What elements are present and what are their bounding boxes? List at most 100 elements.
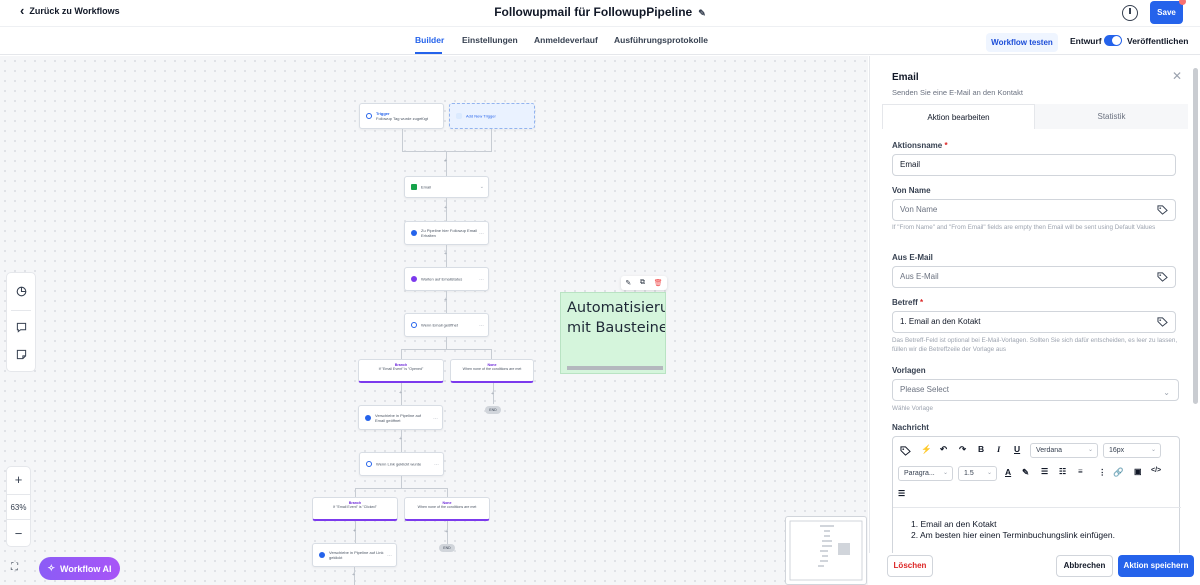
image-icon[interactable]: ▣ [1134, 467, 1142, 476]
required-mark: * [944, 141, 948, 150]
branch-clicked[interactable]: Branch If "Email Event" is "Clicked" [312, 497, 398, 521]
node-menu-icon[interactable]: … [479, 276, 484, 282]
tab-enrollment-history[interactable]: Anmeldeverlauf [534, 35, 598, 45]
bullet-list-icon[interactable]: ☰ [1041, 467, 1048, 476]
step-wait[interactable]: Warten auf Emailstatus … [404, 267, 489, 291]
add-new-trigger-button[interactable]: Add New Trigger [449, 103, 535, 129]
list-item-text: Email an den Kotakt [920, 519, 997, 529]
branch-opened[interactable]: Branch If "Email Event" is "Opened" [358, 359, 444, 383]
publish-toggle[interactable] [1104, 35, 1122, 46]
step-pipeline-3[interactable]: Verschiebe in Pipeline auf Link geklickt… [312, 543, 397, 567]
add-step-plus-icon[interactable]: + [399, 390, 402, 396]
from-name-input[interactable]: Von Name [892, 199, 1176, 221]
connector [446, 337, 447, 349]
add-step-plus-icon[interactable]: + [444, 158, 447, 164]
node-menu-icon[interactable]: ⌄ [480, 184, 484, 190]
zoom-out-button[interactable]: − [7, 521, 30, 547]
step-pipeline-1[interactable]: Zu Pipeline hier Followup Email Erhalten… [404, 221, 489, 245]
trigger-node[interactable]: Trigger Followup Tag wurde zugefügt [359, 103, 444, 129]
tab-edit-action[interactable]: Aktion bearbeiten [882, 104, 1035, 129]
from-email-input[interactable]: Aus E-Mail [892, 266, 1176, 288]
edit-pencil-icon[interactable]: ✎ [698, 8, 706, 18]
add-step-plus-icon[interactable]: + [444, 251, 447, 257]
line-height-select[interactable]: 1.5 ⌄ [958, 466, 997, 481]
add-step-plus-icon[interactable]: + [444, 205, 447, 211]
step-email[interactable]: Email ⌄ [404, 176, 489, 198]
subject-input[interactable]: 1. Email an den Kotakt [892, 311, 1176, 333]
step-pipeline-2[interactable]: Verschiebe in Pipeline auf Email geöffne… [358, 405, 443, 430]
fit-screen-icon[interactable]: ⛶ [11, 562, 21, 573]
panel-scrollbar[interactable] [1193, 68, 1198, 404]
numbered-list-icon[interactable]: ☷ [1059, 467, 1066, 476]
required-mark: * [920, 298, 924, 307]
minimap[interactable] [785, 516, 867, 585]
zoom-in-button[interactable]: + [7, 467, 30, 493]
templates-select[interactable]: Please Select ⌄ [892, 379, 1179, 401]
add-step-plus-icon[interactable]: + [399, 436, 402, 442]
step-if-opened[interactable]: Wenn Email geöffnet … [404, 313, 489, 337]
node-menu-icon[interactable]: … [434, 461, 439, 467]
node-menu-icon[interactable]: … [479, 322, 484, 328]
trash-icon[interactable]: 🗑 [654, 279, 663, 287]
comment-icon[interactable] [16, 322, 27, 333]
more-options-icon[interactable]: ⋮ [1098, 467, 1107, 478]
sticky-note-icon[interactable] [16, 349, 27, 360]
node-menu-icon[interactable]: … [387, 552, 392, 558]
test-workflow-button[interactable]: Workflow testen [986, 33, 1058, 52]
link-icon[interactable]: 🔗 [1113, 467, 1124, 478]
lightning-icon[interactable]: ⚡ [921, 444, 932, 455]
message-label: Nachricht [892, 423, 929, 432]
tab-settings[interactable]: Einstellungen [462, 35, 518, 45]
save-action-button[interactable]: Aktion speichern [1118, 555, 1194, 577]
tag-icon[interactable] [900, 446, 911, 456]
font-size-select[interactable]: 16px ⌄ [1103, 443, 1161, 458]
tag-icon[interactable] [1157, 205, 1168, 215]
connector [491, 349, 492, 359]
paragraph-select[interactable]: Paragra... ⌄ [898, 466, 953, 481]
cancel-button[interactable]: Abbrechen [1056, 555, 1113, 577]
tag-icon[interactable] [1157, 317, 1168, 327]
tab-statistics[interactable]: Statistik [1035, 104, 1188, 129]
add-step-plus-icon[interactable]: + [444, 297, 447, 303]
close-icon[interactable]: ✕ [1172, 69, 1182, 83]
history-clock-icon[interactable] [1122, 5, 1138, 21]
align-icon[interactable]: ≡ [1078, 467, 1083, 476]
sticky-note[interactable]: Automatisierung mit Bausteinen [560, 292, 666, 374]
duplicate-icon[interactable]: ⧉ [640, 279, 645, 287]
workflow-ai-button[interactable]: ✧ Workflow AI [39, 557, 120, 580]
add-step-plus-icon[interactable]: + [352, 572, 355, 578]
stats-icon[interactable] [16, 286, 27, 297]
branch-none-1[interactable]: None When none of the conditions are met [450, 359, 534, 383]
delete-button[interactable]: Löschen [887, 555, 933, 577]
italic-icon[interactable]: I [997, 444, 1000, 454]
tag-icon[interactable] [1157, 272, 1168, 282]
workflow-canvas[interactable]: Trigger Followup Tag wurde zugefügt Add N… [0, 56, 868, 585]
font-family-select[interactable]: Verdana ⌄ [1030, 443, 1098, 458]
subject-label: Betreff * [892, 298, 923, 307]
branch-none-2[interactable]: None When none of the conditions are met [404, 497, 490, 521]
undo-icon[interactable]: ↶ [940, 444, 947, 455]
action-name-label: Aktionsname * [892, 141, 948, 150]
save-button[interactable]: Save [1150, 1, 1183, 24]
step-if-link-clicked[interactable]: Wenn Link geklickt wurde … [359, 452, 444, 476]
node-menu-icon[interactable]: … [479, 230, 484, 236]
edit-pencil-icon[interactable]: ✎ [625, 279, 631, 287]
text-color-icon[interactable]: A [1005, 467, 1011, 477]
tab-builder[interactable]: Builder [415, 35, 444, 45]
underline-icon[interactable]: U [1014, 444, 1020, 454]
panel-footer: Löschen Abbrechen Aktion speichern [869, 553, 1200, 585]
clear-format-icon[interactable]: ☰ [898, 489, 905, 498]
code-icon[interactable]: </> [1151, 467, 1161, 474]
bold-icon[interactable]: B [978, 444, 984, 454]
editor-content[interactable]: 1. Email an den Kotakt 2. Am besten hier… [911, 519, 1115, 541]
action-name-input[interactable]: Email [892, 154, 1176, 176]
add-step-plus-icon[interactable]: + [353, 528, 356, 534]
highlight-icon[interactable]: ✎ [1022, 467, 1029, 478]
note-scrollbar[interactable] [567, 366, 663, 370]
redo-icon[interactable]: ↷ [959, 444, 966, 455]
tab-execution-logs[interactable]: Ausführungsprotokolle [614, 35, 708, 45]
add-step-plus-icon[interactable]: + [491, 391, 494, 397]
add-step-plus-icon[interactable]: + [445, 529, 448, 535]
workflow-title[interactable]: Followupmail für FollowupPipeline ✎ [0, 5, 1200, 19]
node-menu-icon[interactable]: … [433, 415, 438, 421]
